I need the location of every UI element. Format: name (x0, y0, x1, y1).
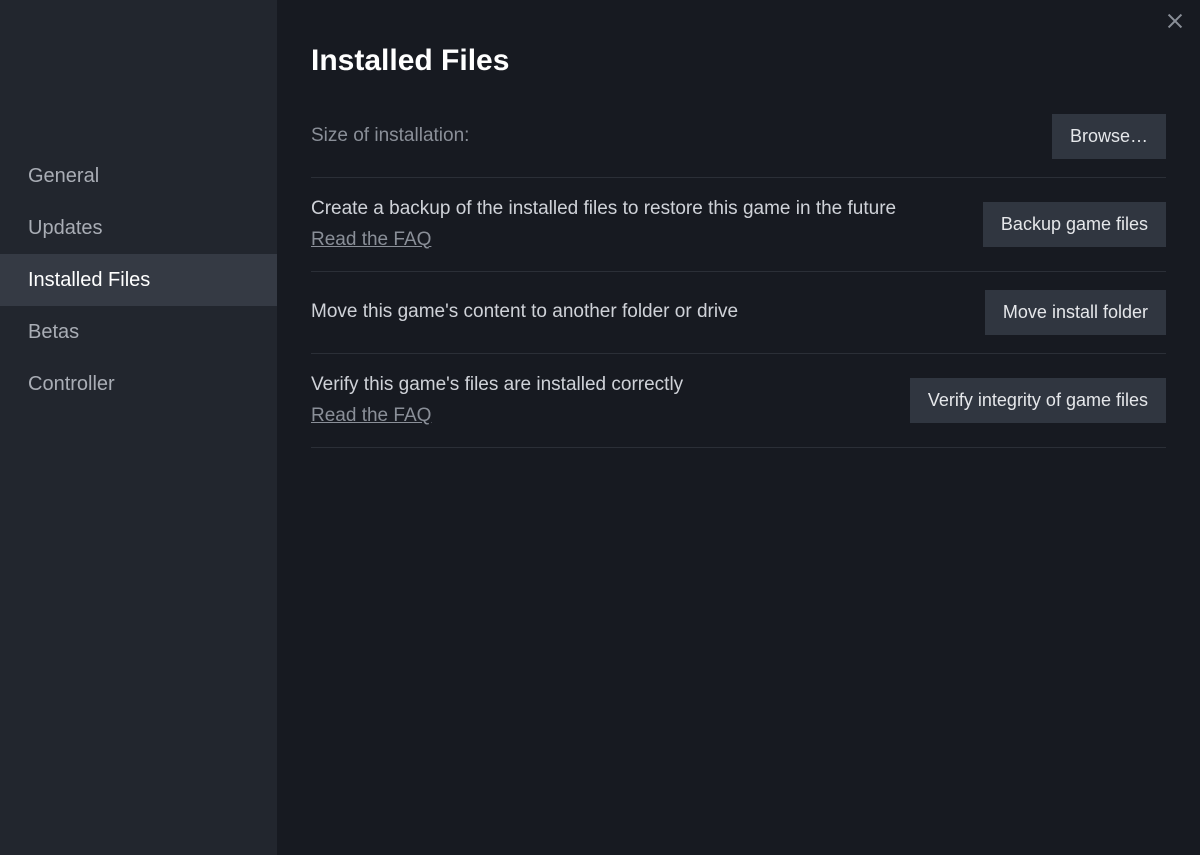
sidebar: General Updates Installed Files Betas Co… (0, 0, 277, 855)
verify-faq-link[interactable]: Read the FAQ (311, 403, 431, 430)
row-verify: Verify this game's files are installed c… (311, 354, 1166, 448)
main-panel: Installed Files Size of installation: Br… (277, 0, 1200, 855)
sidebar-item-label: Installed Files (28, 269, 150, 291)
row-backup: Create a backup of the installed files t… (311, 178, 1166, 272)
sidebar-item-general[interactable]: General (0, 150, 277, 202)
sidebar-item-label: Betas (28, 321, 79, 343)
row-move: Move this game's content to another fold… (311, 272, 1166, 354)
sidebar-item-installed-files[interactable]: Installed Files (0, 254, 277, 306)
size-label: Size of installation: (311, 123, 1028, 150)
move-button[interactable]: Move install folder (985, 290, 1166, 335)
browse-button[interactable]: Browse… (1052, 114, 1166, 159)
verify-button[interactable]: Verify integrity of game files (910, 378, 1166, 423)
backup-button[interactable]: Backup game files (983, 202, 1166, 247)
verify-desc: Verify this game's files are installed c… (311, 374, 683, 395)
sidebar-item-updates[interactable]: Updates (0, 202, 277, 254)
backup-desc: Create a backup of the installed files t… (311, 198, 896, 219)
row-size: Size of installation: Browse… (311, 110, 1166, 178)
sidebar-item-label: Updates (28, 217, 103, 239)
page-title: Installed Files (311, 44, 1166, 78)
sidebar-item-label: General (28, 165, 99, 187)
sidebar-item-betas[interactable]: Betas (0, 306, 277, 358)
verify-text-block: Verify this game's files are installed c… (311, 372, 886, 429)
sidebar-item-label: Controller (28, 373, 115, 395)
backup-faq-link[interactable]: Read the FAQ (311, 227, 431, 254)
close-button[interactable] (1164, 10, 1186, 32)
close-icon (1164, 19, 1186, 36)
move-desc: Move this game's content to another fold… (311, 299, 961, 326)
backup-text-block: Create a backup of the installed files t… (311, 196, 959, 253)
properties-dialog: General Updates Installed Files Betas Co… (0, 0, 1200, 855)
sidebar-item-controller[interactable]: Controller (0, 358, 277, 410)
